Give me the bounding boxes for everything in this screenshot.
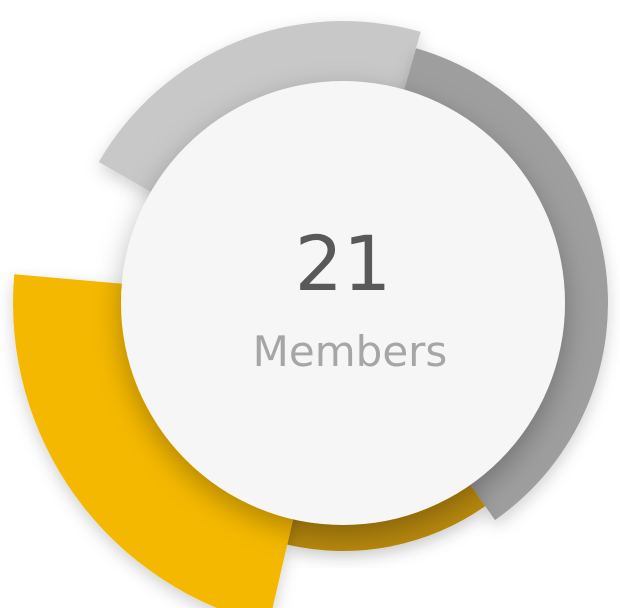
center-label: Members [253, 327, 448, 376]
radial-donut-chart: 21 Members [13, 21, 609, 608]
center-value: 21 [295, 219, 392, 308]
